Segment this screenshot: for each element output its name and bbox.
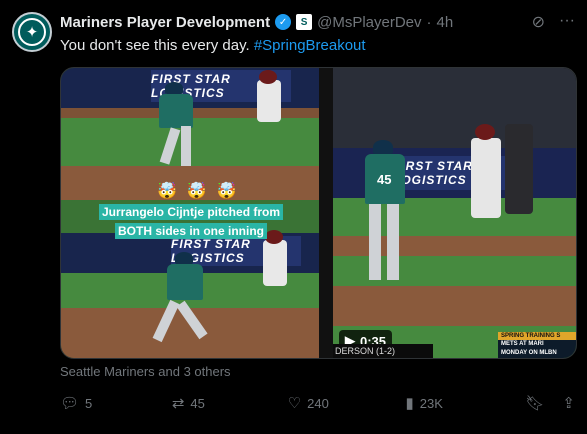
jersey-number: 45 xyxy=(377,172,392,187)
grok-icon[interactable]: ⊘ xyxy=(532,12,545,32)
tweet-actions: 💬︎ 5 ⇄ 45 ♡ 240 ▮ 23K 🔖︎ ⇪ xyxy=(60,392,575,414)
mind-blown-emoji-icon: 🤯 xyxy=(186,183,207,200)
media-right-video[interactable]: FIRST STAR LOGISTICS 45 ▶ 0:35 DERSON (1… xyxy=(333,68,576,358)
st-chyron-top: SPRING TRAINING S xyxy=(498,332,576,340)
reply-button[interactable]: 💬︎ 5 xyxy=(60,394,172,412)
handle[interactable]: @MsPlayerDev xyxy=(317,14,421,31)
like-count: 240 xyxy=(307,395,329,411)
tagged-users-link[interactable]: Seattle Mariners and 3 others xyxy=(60,364,231,379)
repost-button[interactable]: ⇄ 45 xyxy=(172,394,288,412)
repost-icon: ⇄ xyxy=(171,395,185,412)
display-name[interactable]: Mariners Player Development xyxy=(60,14,270,31)
share-icon[interactable]: ⇪ xyxy=(562,394,575,412)
mind-blown-emoji-icon: 🤯 xyxy=(157,183,177,200)
tweet-text: You don't see this every day. #SpringBre… xyxy=(60,37,366,54)
hashtag-link[interactable]: #SpringBreakout xyxy=(254,37,366,54)
media-grid[interactable]: FIRST STAR LOGISTICS FIRST STAR LOGISTIC… xyxy=(60,67,577,359)
bookmark-icon[interactable]: 🔖︎ xyxy=(525,394,544,412)
view-count: 23K xyxy=(419,395,443,411)
st-chyron-line2: MONDAY ON MLBN xyxy=(501,350,557,356)
separator: · xyxy=(426,13,432,31)
avatar[interactable]: ✦ xyxy=(12,12,52,52)
heart-icon: ♡ xyxy=(287,395,302,412)
reply-icon: 💬︎ xyxy=(60,395,80,412)
spring-training-chyron: SPRING TRAINING S METS AT MARI MONDAY ON… xyxy=(498,332,576,358)
mariners-logo-icon: ✦ xyxy=(18,18,46,46)
header-actions: ⊘ ··· xyxy=(532,12,575,32)
views-button[interactable]: ▮ 23K xyxy=(406,394,526,412)
mind-blown-emoji-icon: 🤯 xyxy=(216,183,237,200)
st-chyron-line1: METS AT MARI xyxy=(501,341,544,347)
pitcher-chyron: DERSON (1-2) xyxy=(333,344,433,358)
overlay-caption-text: Jurrangelo Cijntje pitched from BOTH sid… xyxy=(99,204,284,239)
views-icon: ▮ xyxy=(405,395,414,412)
affiliate-badge-icon[interactable]: S xyxy=(296,14,313,30)
like-button[interactable]: ♡ 240 xyxy=(288,394,406,412)
reply-count: 5 xyxy=(85,395,93,411)
tweet-header: Mariners Player Development ✓ S @MsPlaye… xyxy=(60,12,575,32)
overlay-emoji-row: 🤯 🤯 🤯 xyxy=(157,181,237,201)
timestamp[interactable]: 4h xyxy=(437,14,454,31)
media-left-image[interactable]: FIRST STAR LOGISTICS FIRST STAR LOGISTIC… xyxy=(61,68,319,358)
overlay-caption: Jurrangelo Cijntje pitched from BOTH sid… xyxy=(99,203,284,241)
verified-badge-icon[interactable]: ✓ xyxy=(275,14,292,30)
repost-count: 45 xyxy=(190,395,205,411)
tweet-body: You don't see this every day. xyxy=(60,37,250,54)
more-icon[interactable]: ··· xyxy=(559,12,575,32)
